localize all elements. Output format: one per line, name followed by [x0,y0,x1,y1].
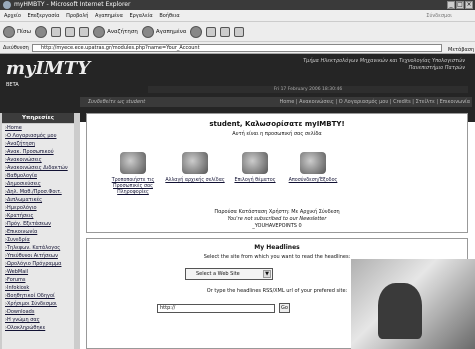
welcome-heading: student, Καλωσορίσατε myIMBTY! [209,120,345,128]
sidebar-item[interactable]: Δηλ. Μαθ./Προσ.Φοιτ. [5,188,74,196]
sidebar-item[interactable]: Ο Λογαριασμός μου [5,132,74,140]
history-button[interactable] [190,25,203,38]
logout-icon [300,152,326,174]
star-icon [141,25,154,38]
menu-bar: Αρχείο Επεξεργασία Προβολή Αγαπημένα Εργ… [0,10,475,22]
edit-button[interactable] [234,26,245,37]
mail-icon [206,26,217,37]
sidebar-item[interactable]: Τηλεφων. Κατάλογος [5,244,74,252]
print-icon [220,26,231,37]
sidebar-item[interactable]: Ολοκληρώθηκε [5,324,74,332]
window-title: myHMBTY - Microsoft Internet Explorer [14,1,131,8]
search-icon [93,25,106,38]
sidebar-header: Υπηρεσίες [2,113,74,123]
rss-go-button[interactable]: Go [279,303,290,313]
mail-button[interactable] [206,26,217,37]
sidebar-item[interactable]: Home [5,124,74,132]
toolbar: Πίσω Αναζήτηση Αγαπημένα [0,22,475,42]
menu-file[interactable]: Αρχείο [4,13,21,19]
menu-help[interactable]: Βοήθεια [159,13,179,19]
window-controls: _ □ × [447,1,473,9]
maximize-icon[interactable]: □ [456,1,464,9]
edit-icon [234,26,245,37]
welcome-subtitle: Αυτή είναι η προσωπική σας σελίδα [232,131,322,137]
forward-arrow-icon [35,25,48,38]
search-button[interactable]: Αναζήτηση [93,25,138,38]
sidebar-item[interactable]: Downloads [5,308,74,316]
sidebar-list: Home Ο Λογαριασμός μου Αναζήτηση Ανακ. Π… [2,124,74,349]
sidebar-item[interactable]: WebMail [5,268,74,276]
menu-tools[interactable]: Εργαλεία [129,13,152,19]
site-nav: Συνδεθείτε ως student Home | Ανακοινώσει… [80,97,472,107]
sidebar-item[interactable]: Πρόγ. Εξετάσεων [5,220,74,228]
forward-button[interactable] [35,25,48,38]
sidebar-item[interactable]: Infokiosk [5,284,74,292]
address-bar: Διεύθυνση http://myece.ece.upatras.gr/mo… [0,42,475,54]
webcam-person [378,283,422,339]
date-display: Fri 17 February 2006 18:30:46 [148,86,468,93]
site-select[interactable]: Select a Web Site ▼ [185,268,273,280]
sidebar-item[interactable]: Βαθμολογία [5,172,74,180]
sidebar-item[interactable]: Διπλωματικές [5,196,74,204]
sidebar-item[interactable]: Ανακοινώσεις [5,156,74,164]
beta-label: BETA [6,82,19,88]
site-nav-links[interactable]: Home | Ανακοινώσεις | Ο Λογαριασμός μου … [280,97,470,107]
user-edit-icon [120,152,146,174]
stop-icon [51,26,62,37]
points-status: _YOUHAVEPOINTS 0 [252,223,302,229]
connected-status: Συνδεθείτε ως student [88,99,146,105]
menu-edit[interactable]: Επεξεργασία [28,13,60,19]
sidebar-item[interactable]: Forums [5,276,74,284]
headlines-title: My Headlines [254,244,300,251]
links-label[interactable]: Σύνδεσμοι [426,10,452,22]
menu-favorites[interactable]: Αγαπημένα [95,13,123,19]
address-input[interactable]: http://myece.ece.upatras.gr/modules.php?… [32,44,442,52]
sidebar-item[interactable]: Επικοινωνία [5,228,74,236]
print-button[interactable] [220,26,231,37]
chevron-down-icon[interactable]: ▼ [263,270,271,278]
newsletter-status: You're not subscribed to our Newsletter [227,216,327,222]
option-logout[interactable]: Αποσύνδεση/Έξοδος [278,152,348,184]
favorites-button[interactable]: Αγαπημένα [141,25,186,38]
back-button[interactable]: Πίσω [3,25,31,38]
sidebar-item[interactable]: Συνεδρία [5,236,74,244]
sidebar-item[interactable]: Κρατήσεις [5,212,74,220]
sidebar-item[interactable]: Χρήσιμοι Σύνδεσμοι [5,300,74,308]
close-icon[interactable]: × [465,1,473,9]
theme-icon [242,152,268,174]
sidebar-item[interactable]: Αναζήτηση [5,140,74,148]
sidebar-item[interactable]: Ημερολόγιο [5,204,74,212]
address-label: Διεύθυνση [3,45,29,51]
ie-logo-icon [3,1,11,9]
back-arrow-icon [3,25,15,38]
sidebar-item[interactable]: Ανακοινώσεις Διδακτών [5,164,74,172]
sidebar-item[interactable]: Ανακ. Προσωπικού [5,148,74,156]
sidebar-item[interactable]: Δημοσιεύσεις [5,180,74,188]
sidebar-item[interactable]: Υπεύθυνοι Αιτήσεων [5,252,74,260]
option-edit-profile[interactable]: Τροποποιήστε τις Προσωπικές σας Πληροφορ… [98,152,168,196]
site-tagline: Τμήμα Ηλεκτρολόγων Μηχανικών και Τεχνολο… [303,58,465,71]
history-icon [190,25,203,38]
home-page-icon [182,152,208,174]
minimize-icon[interactable]: _ [447,1,455,9]
refresh-button[interactable] [65,26,76,37]
menu-view[interactable]: Προβολή [66,13,88,19]
window-titlebar: myHMBTY - Microsoft Internet Explorer _ … [0,0,475,10]
refresh-icon [65,26,76,37]
sidebar-item[interactable]: Η γνώμη σας [5,316,74,324]
sidebar-item[interactable]: Ωρολόγιο Πρόγραμμα [5,260,74,268]
stop-button[interactable] [51,26,62,37]
rss-url-input[interactable]: http:// [157,304,275,313]
user-status: Παρούσα Κατάσταση Χρήστη: Με Αρχική Σύνδ… [214,209,340,215]
sidebar-item[interactable]: Βοηθητικοί Οδηγοί [5,292,74,300]
home-icon [79,26,90,37]
home-button[interactable] [79,26,90,37]
